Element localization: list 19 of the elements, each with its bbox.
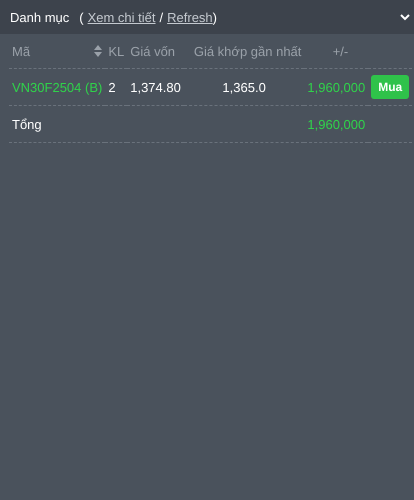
column-header: KL xyxy=(105,34,128,68)
profit-loss-cell: 1,960,000 xyxy=(304,68,368,106)
total-profit-loss: 1,960,000 xyxy=(304,106,368,142)
panel-title: Danh mục xyxy=(10,10,70,24)
symbol-cell: VN30F2504 (B) xyxy=(9,68,106,106)
column-header[interactable]: Mã xyxy=(9,34,106,68)
total-label: Tổng xyxy=(9,106,106,142)
last-price-cell: 1,365.0 xyxy=(184,68,304,106)
refresh-link[interactable]: Refresh xyxy=(167,10,213,24)
paren-open: ( xyxy=(79,10,84,24)
view-details-link[interactable]: Xem chi tiết xyxy=(88,10,156,24)
cost-price-cell: 1,374.80 xyxy=(127,68,184,106)
column-header: Giá khớp gần nhất xyxy=(184,34,304,68)
sort-icon[interactable] xyxy=(94,45,102,57)
slash-separator: / xyxy=(160,10,164,24)
column-header: Giá vốn xyxy=(127,34,184,68)
paren-close: ) xyxy=(212,10,218,24)
column-header: +/- xyxy=(304,34,368,68)
quantity-cell: 2 xyxy=(105,68,128,106)
